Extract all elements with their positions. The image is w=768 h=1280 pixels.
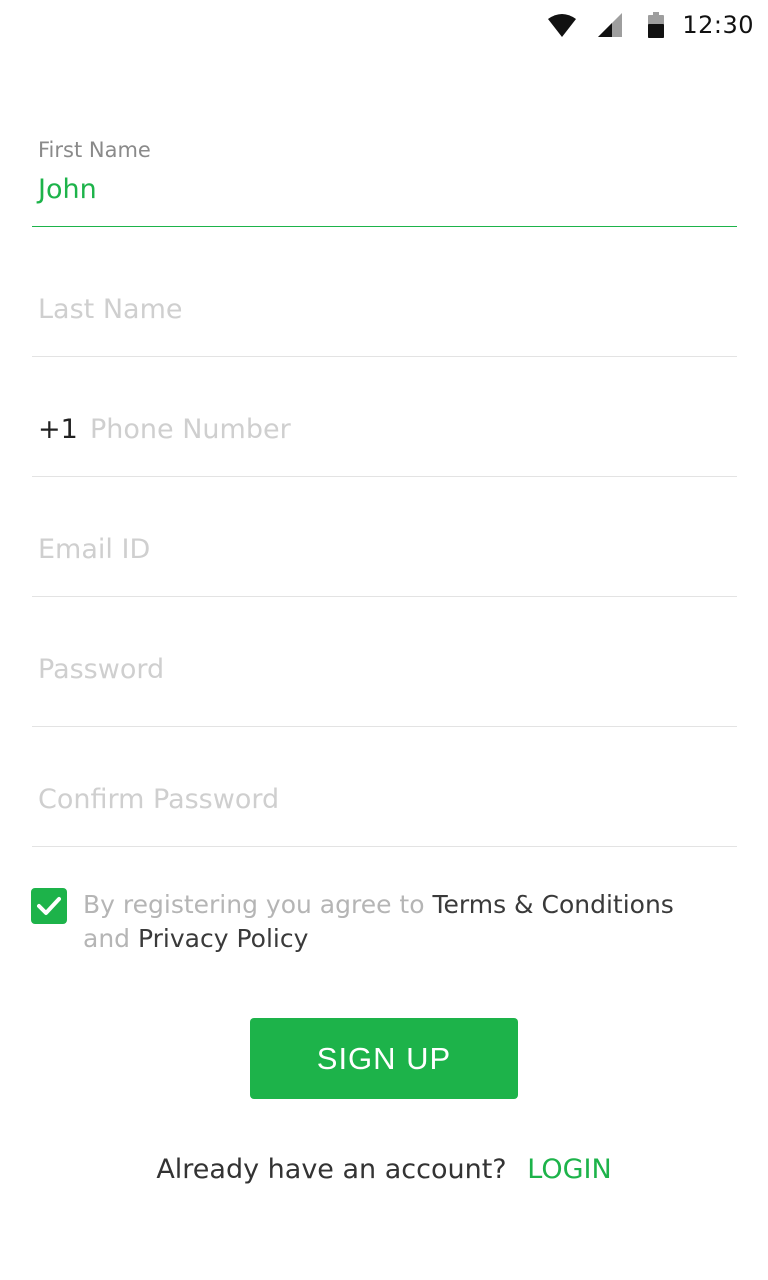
password-field[interactable]: Password	[32, 640, 737, 727]
last-name-field[interactable]: Last Name	[32, 280, 737, 357]
phone-country-code: +1	[38, 414, 78, 445]
first-name-value[interactable]: John	[38, 174, 97, 205]
terms-text: By registering you agree to Terms & Cond…	[83, 888, 723, 956]
status-time: 12:30	[682, 11, 754, 39]
confirm-password-field[interactable]: Confirm Password	[32, 770, 737, 847]
terms-and-text: and	[83, 924, 131, 953]
sign-up-button[interactable]: SIGN UP	[250, 1018, 518, 1099]
password-placeholder: Password	[38, 654, 165, 685]
email-placeholder: Email ID	[38, 534, 151, 565]
first-name-field[interactable]: First Name John	[32, 138, 737, 227]
terms-prefix-text: By registering you agree to	[83, 890, 425, 919]
terms-checkbox[interactable]	[31, 888, 67, 924]
terms-conditions-link[interactable]: Terms & Conditions	[432, 890, 673, 919]
first-name-label: First Name	[38, 138, 151, 162]
login-prompt: Already have an account? LOGIN	[0, 1154, 768, 1185]
login-link[interactable]: LOGIN	[527, 1154, 611, 1185]
confirm-password-placeholder: Confirm Password	[38, 784, 280, 815]
cell-signal-icon	[598, 13, 623, 37]
phone-field[interactable]: +1 Phone Number	[32, 400, 737, 477]
login-prompt-text: Already have an account?	[156, 1154, 507, 1185]
status-bar: 12:30	[0, 0, 768, 50]
email-field[interactable]: Email ID	[32, 520, 737, 597]
signup-screen: 12:30 First Name John Last Name +1 Phone…	[0, 0, 768, 1280]
wifi-icon	[548, 13, 577, 37]
checkmark-icon	[37, 897, 61, 915]
phone-placeholder: Phone Number	[90, 414, 291, 445]
privacy-policy-link[interactable]: Privacy Policy	[138, 924, 308, 953]
last-name-placeholder: Last Name	[38, 294, 183, 325]
battery-icon	[648, 12, 665, 38]
